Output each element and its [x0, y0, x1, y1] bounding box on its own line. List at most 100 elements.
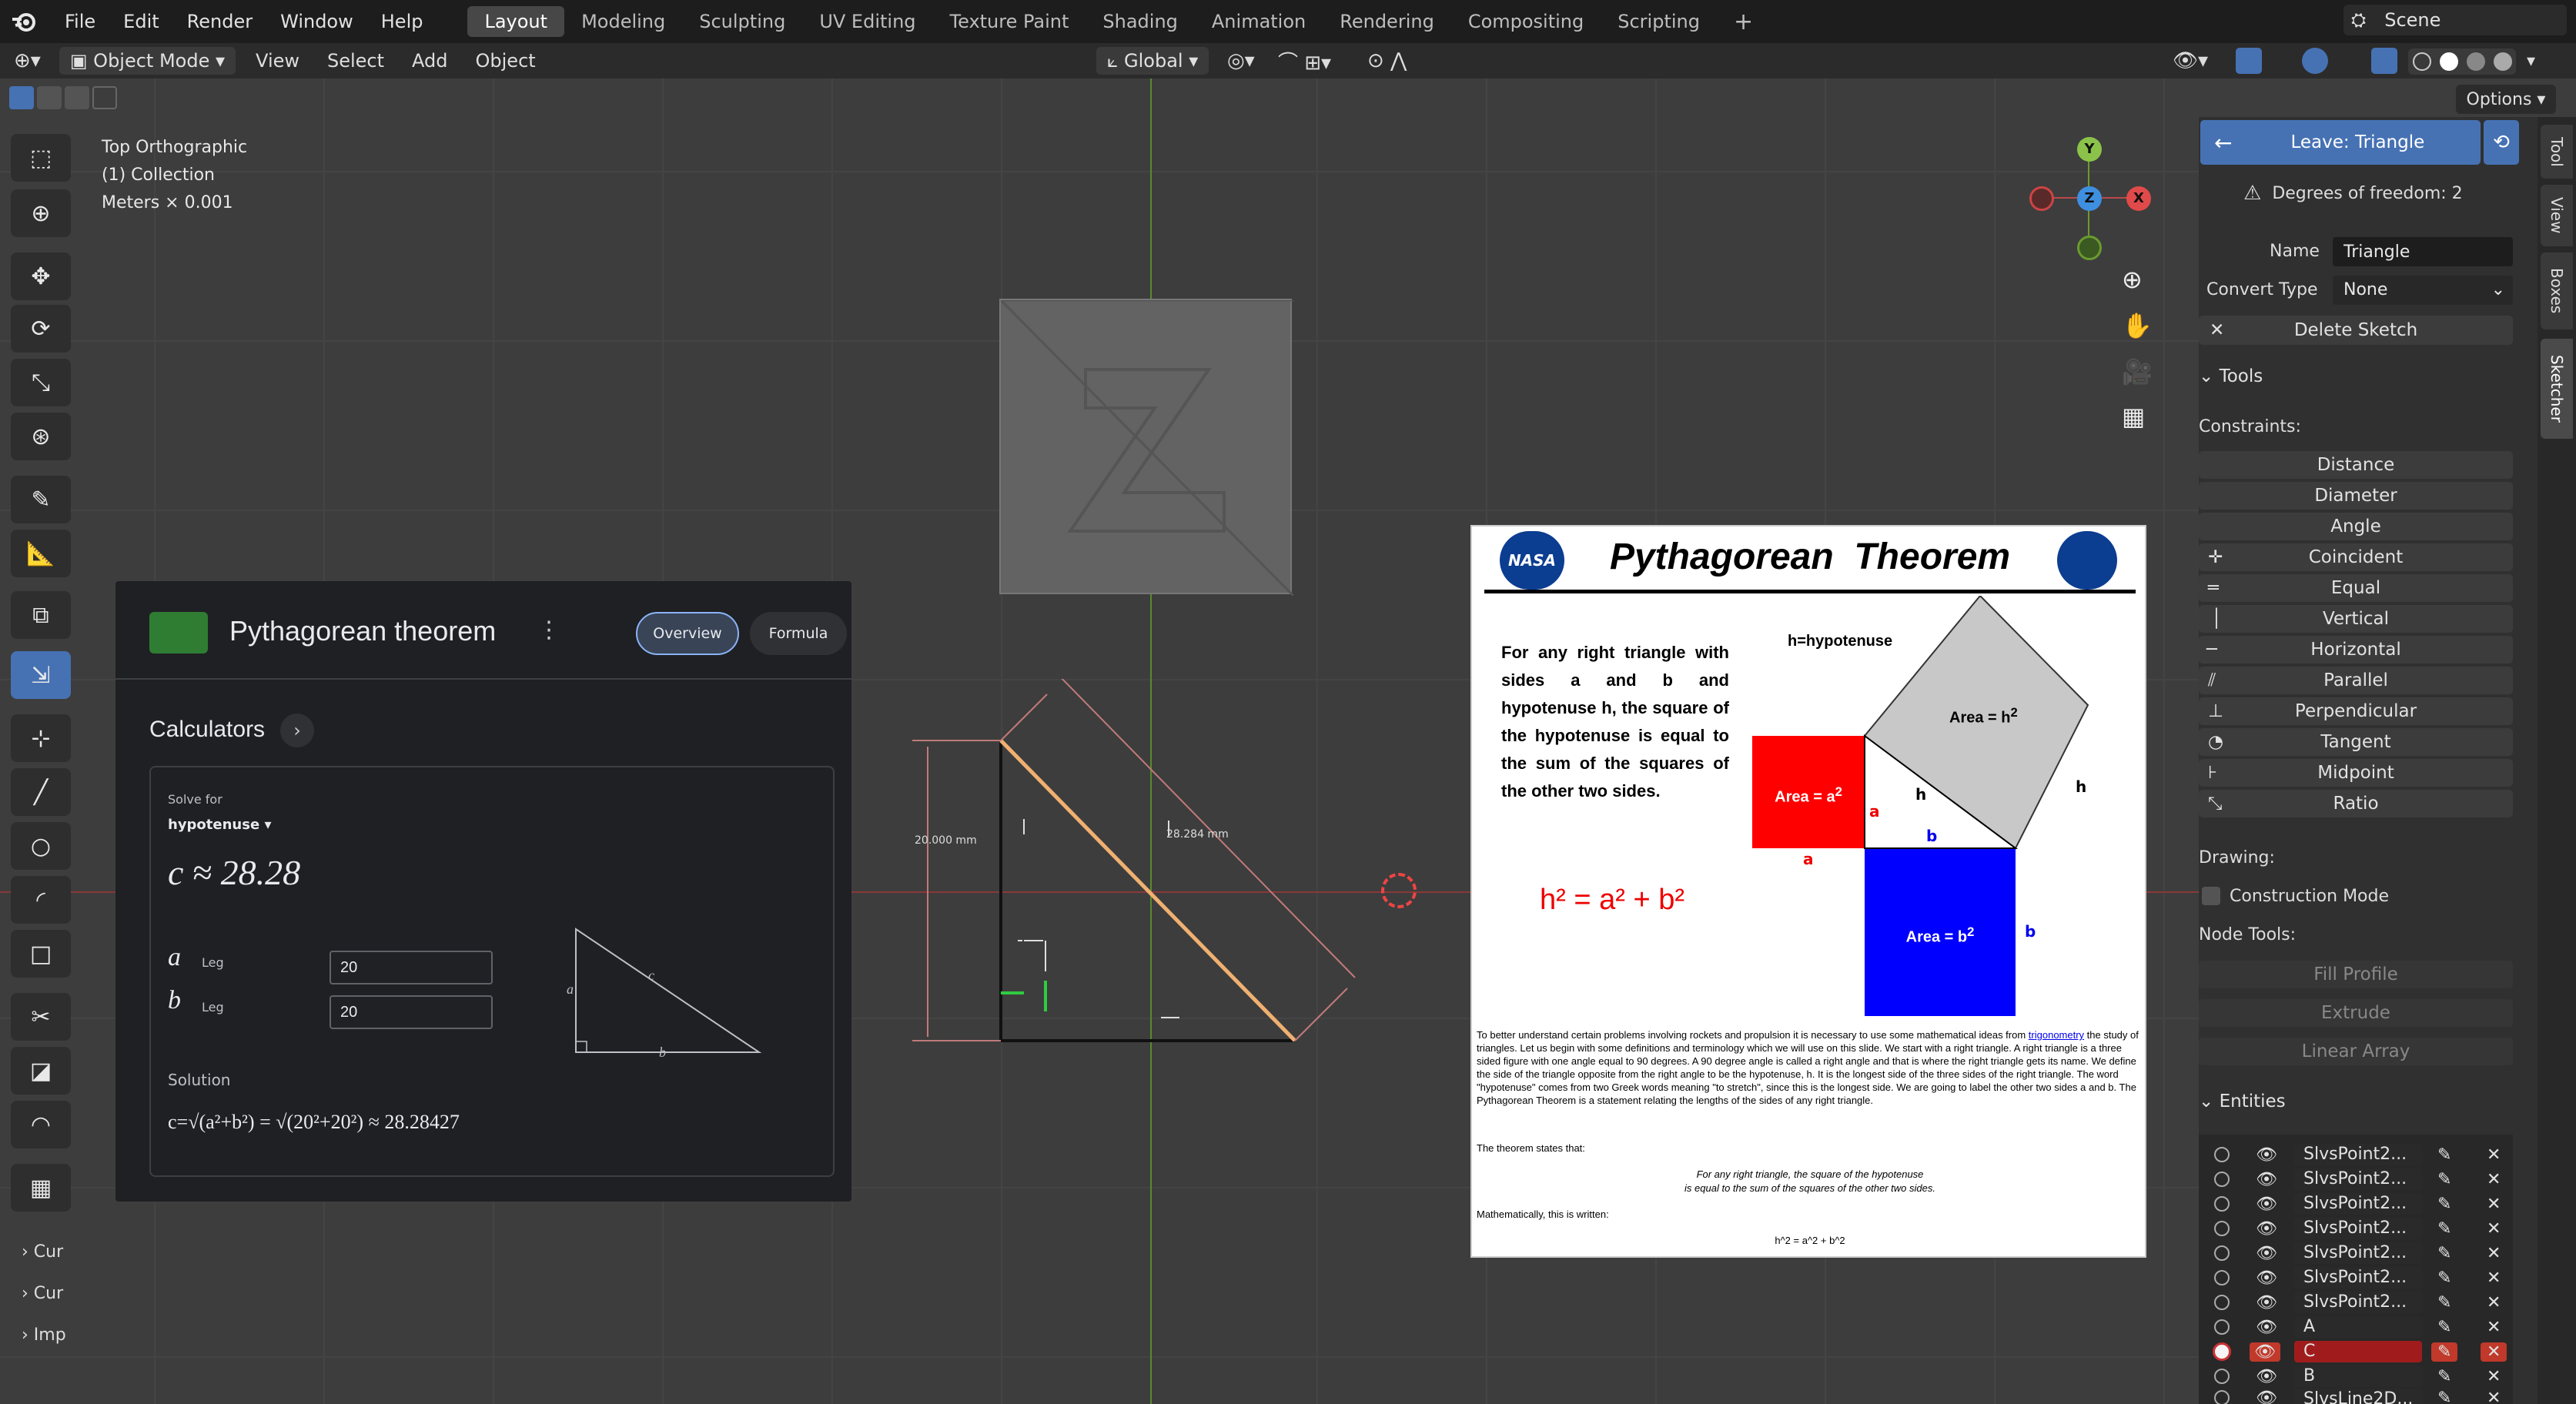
sidebar-tab-sketcher[interactable]: Sketcher	[2541, 339, 2573, 439]
delete-icon[interactable]: ✕	[2487, 1389, 2501, 1404]
eye-icon[interactable]: 👁	[2250, 1342, 2280, 1362]
pythagorean-reference-image[interactable]: NASA Pythagorean Theorem For any right t…	[1470, 525, 2146, 1258]
xray-toggle-icon[interactable]	[2371, 48, 2397, 74]
zoom-icon[interactable]: ⊕	[2122, 265, 2143, 294]
constraint-parallel-button[interactable]: ⫽ Parallel	[2199, 667, 2513, 694]
gizmo-toggle-icon[interactable]	[2236, 48, 2262, 74]
workspace-tab-compositing[interactable]: Compositing	[1451, 6, 1601, 37]
extrude-button[interactable]: Extrude	[2199, 999, 2513, 1027]
navigation-gizmo[interactable]: Y Z X	[2029, 137, 2151, 260]
scene-selector[interactable]: ⛭ Scene	[2343, 5, 2567, 35]
tool-add-point[interactable]: ⊹	[11, 714, 71, 762]
tool-add-circle[interactable]: ○	[11, 822, 71, 870]
tool-move[interactable]: ✥	[11, 252, 71, 300]
edit-icon[interactable]: ✎	[2437, 1293, 2451, 1312]
gizmo-y-axis[interactable]: Y	[2077, 137, 2102, 162]
collapsed-panel-2[interactable]: › Cur	[22, 1273, 66, 1315]
eye-icon[interactable]: 👁	[2256, 1367, 2277, 1386]
proportional-edit-icon[interactable]: ⊙ ⋀	[1367, 49, 1407, 72]
radio-icon[interactable]	[2214, 1319, 2230, 1335]
entity-name[interactable]: SlvsLine2D...	[2294, 1389, 2422, 1404]
workspace-tab-modeling[interactable]: Modeling	[564, 6, 682, 37]
3d-cursor-icon[interactable]	[1381, 873, 1417, 908]
triangle-sketch[interactable]: 20.000 mm 28.284 mm	[847, 679, 1386, 1141]
add-workspace-icon[interactable]: +	[1717, 4, 1770, 40]
rendered-shading-icon[interactable]	[2493, 52, 2512, 71]
menu-edit[interactable]: Edit	[109, 11, 172, 32]
dimension-diagonal-label[interactable]: 28.284 mm	[1166, 828, 1229, 841]
eye-icon[interactable]: 👁	[2256, 1219, 2277, 1239]
edit-icon[interactable]: ✎	[2437, 1219, 2451, 1239]
delete-icon[interactable]: ✕	[2487, 1170, 2501, 1189]
gizmo-z-axis[interactable]: Z	[2077, 186, 2102, 211]
eye-icon[interactable]: 👁	[2256, 1195, 2277, 1214]
pivot-point-icon[interactable]: ◎▾	[1227, 49, 1255, 72]
edit-icon[interactable]: ✎	[2437, 1195, 2451, 1214]
entity-row[interactable]: 👁 SlvsPoint2... ✎ ✕	[2199, 1192, 2513, 1216]
edit-icon[interactable]: ✎	[2437, 1145, 2451, 1165]
edit-icon[interactable]: ✎	[2437, 1367, 2451, 1386]
transform-orientation-selector[interactable]: ⟀ Global ▾	[1096, 47, 1209, 75]
wireframe-shading-icon[interactable]	[2412, 52, 2431, 71]
workspace-tab-rendering[interactable]: Rendering	[1323, 6, 1451, 37]
gizmo-neg-x[interactable]	[2029, 186, 2054, 211]
sidebar-tab-tool[interactable]: Tool	[2541, 125, 2573, 179]
eye-icon[interactable]: 👁	[2256, 1389, 2277, 1404]
delete-icon[interactable]: ✕	[2487, 1195, 2501, 1214]
edit-icon[interactable]: ✎	[2437, 1318, 2451, 1337]
constraint-horizontal-button[interactable]: ─ Horizontal	[2199, 636, 2513, 664]
delete-sketch-button[interactable]: ✕ Delete Sketch	[2199, 316, 2513, 345]
mode-selector[interactable]: ▣ Object Mode ▾	[59, 47, 236, 75]
delete-icon[interactable]: ✕	[2481, 1342, 2507, 1362]
constraint-angle-button[interactable]: Angle	[2199, 513, 2513, 540]
entity-row[interactable]: 👁 A ✎ ✕	[2199, 1315, 2513, 1339]
workspace-tab-animation[interactable]: Animation	[1195, 6, 1323, 37]
tool-offset[interactable]: ◪	[11, 1047, 71, 1095]
delete-icon[interactable]: ✕	[2487, 1318, 2501, 1337]
entity-name[interactable]: SlvsPoint2...	[2294, 1292, 2422, 1313]
constraint-vertical-button[interactable]: │ Vertical	[2199, 605, 2513, 633]
radio-icon[interactable]	[2214, 1390, 2230, 1404]
tool-select-box[interactable]: ⬚	[11, 134, 71, 182]
linear-array-button[interactable]: Linear Array	[2199, 1038, 2513, 1065]
delete-icon[interactable]: ✕	[2487, 1293, 2501, 1312]
dimension-vertical-label[interactable]: 20.000 mm	[915, 834, 977, 847]
delete-icon[interactable]: ✕	[2487, 1367, 2501, 1386]
radio-icon[interactable]	[2214, 1295, 2230, 1310]
select-extend-icon[interactable]	[37, 86, 62, 109]
menu-file[interactable]: File	[51, 11, 109, 32]
entity-row[interactable]: 👁 SlvsPoint2... ✎ ✕	[2199, 1142, 2513, 1167]
workspace-tab-texture-paint[interactable]: Texture Paint	[933, 6, 1086, 37]
edit-icon[interactable]: ✎	[2437, 1269, 2451, 1288]
workspace-tab-uv-editing[interactable]: UV Editing	[802, 6, 932, 37]
radio-selected-icon[interactable]	[2213, 1342, 2231, 1361]
visibility-icon[interactable]: 👁▾	[2173, 49, 2208, 72]
leg-a-input[interactable]	[330, 951, 493, 984]
tool-add-arc[interactable]: ◜	[11, 876, 71, 924]
gizmo-neg-y[interactable]	[2077, 236, 2102, 260]
entity-row[interactable]: 👁 SlvsPoint2... ✎ ✕	[2199, 1216, 2513, 1241]
blender-logo-icon[interactable]	[11, 8, 37, 35]
edit-icon[interactable]: ✎	[2437, 1389, 2451, 1404]
shading-modes[interactable]	[2408, 48, 2516, 75]
edit-icon[interactable]: ✎	[2431, 1342, 2458, 1362]
entity-name[interactable]: SlvsPoint2...	[2294, 1218, 2422, 1239]
eye-icon[interactable]: 👁	[2256, 1318, 2277, 1337]
tool-add-workplane[interactable]: ▦	[11, 1164, 71, 1212]
solve-for-selector[interactable]: hypotenuse ▾	[168, 817, 271, 833]
entity-name[interactable]: B	[2294, 1366, 2422, 1387]
workspace-tab-scripting[interactable]: Scripting	[1601, 6, 1717, 37]
edit-icon[interactable]: ✎	[2437, 1244, 2451, 1263]
material-shading-icon[interactable]	[2466, 52, 2485, 71]
camera-view-icon[interactable]: 🎥	[2122, 357, 2153, 386]
entity-row[interactable]: 👁 SlvsPoint2... ✎ ✕	[2199, 1167, 2513, 1192]
solid-shading-icon[interactable]	[2439, 52, 2458, 71]
menu-view[interactable]: View	[242, 50, 313, 72]
leave-sketch-button[interactable]: ← Leave: Triangle	[2200, 120, 2481, 165]
radio-icon[interactable]	[2214, 1369, 2230, 1384]
entity-row[interactable]: 👁 SlvsPoint2... ✎ ✕	[2199, 1241, 2513, 1265]
tools-panel-header[interactable]: ⌄ Tools	[2199, 366, 2513, 386]
radio-icon[interactable]	[2214, 1147, 2230, 1162]
eye-icon[interactable]: 👁	[2256, 1145, 2277, 1165]
radio-icon[interactable]	[2214, 1270, 2230, 1285]
